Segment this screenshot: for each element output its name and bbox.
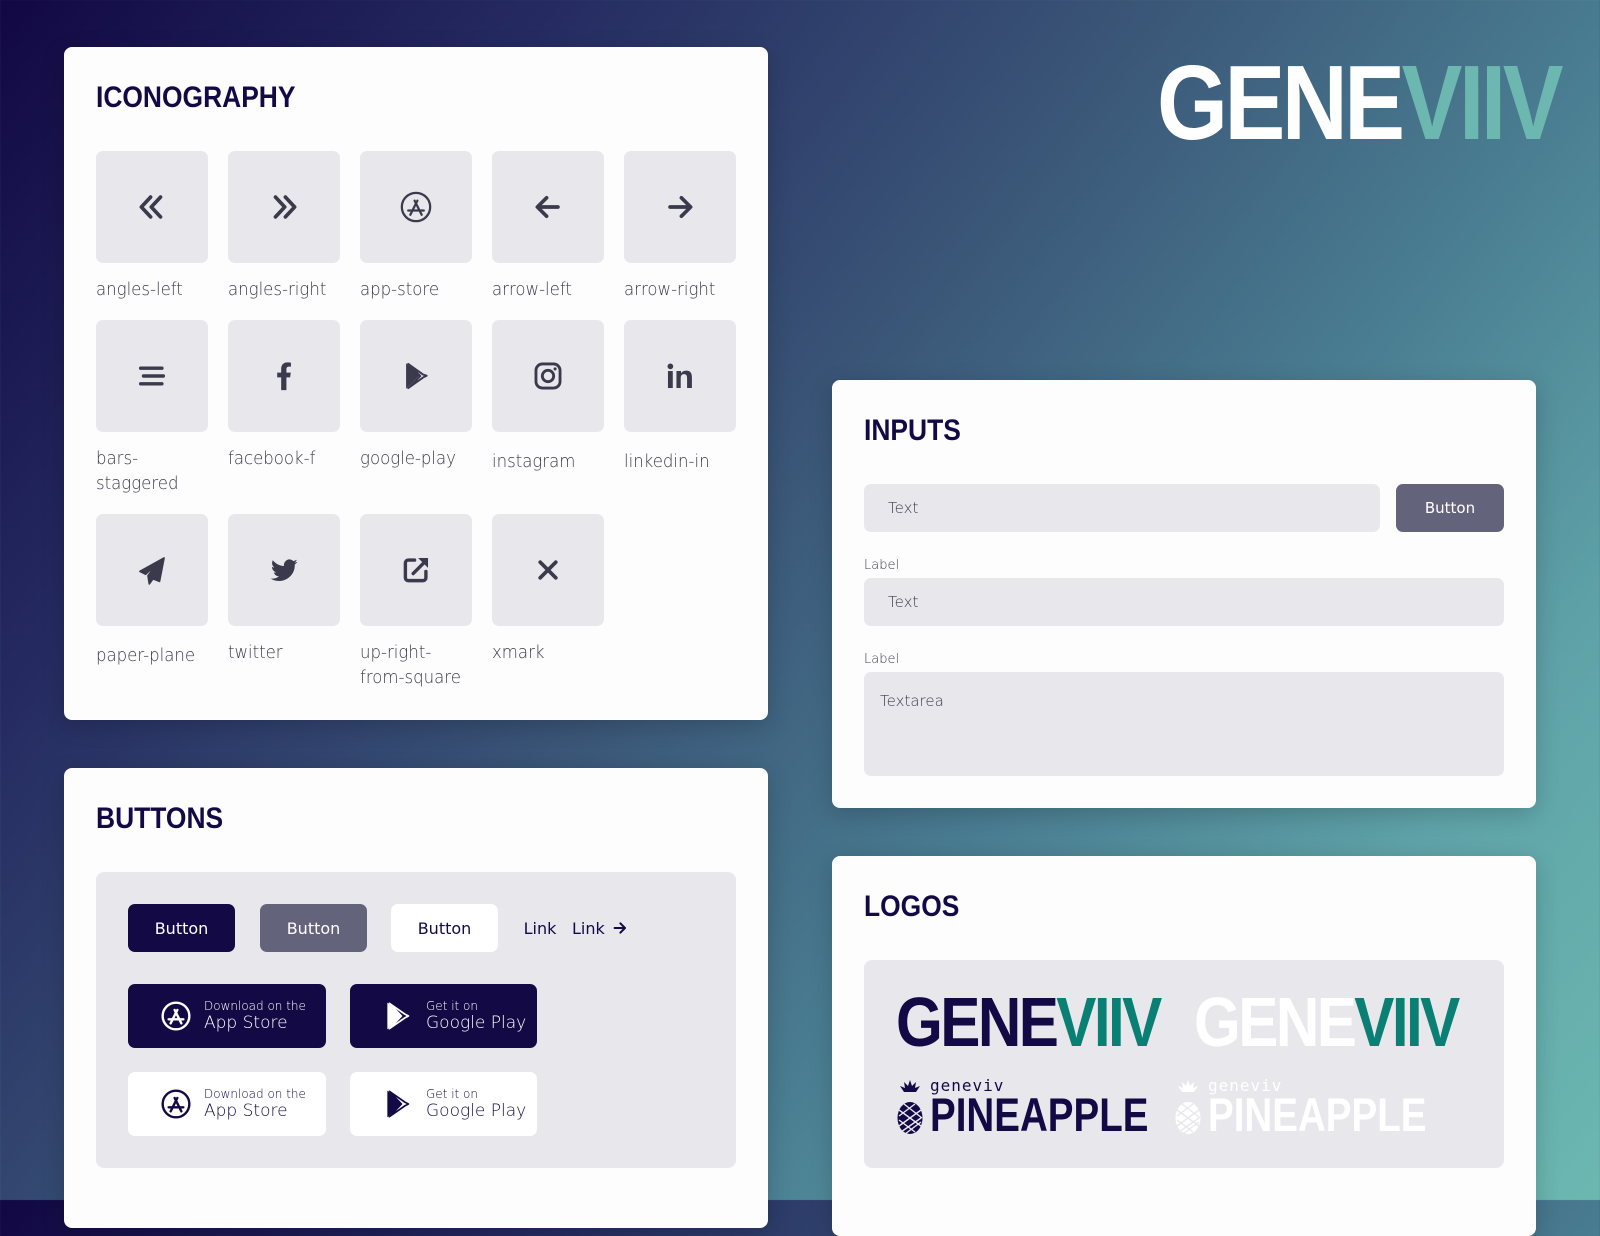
secondary-button[interactable]: Button bbox=[260, 904, 367, 952]
google-play-icon bbox=[406, 362, 428, 390]
icon-tile-xmark[interactable]: xmark bbox=[492, 514, 604, 665]
pineapple-big-text: PINEAPPLE bbox=[930, 1088, 1149, 1141]
icon-tile-google-play[interactable]: google-play bbox=[360, 320, 472, 471]
google-play-button-dark[interactable]: Get it on Google Play bbox=[350, 984, 537, 1048]
icon-label: up-right-from-square bbox=[360, 642, 461, 688]
pineapple-logo-light: geneviv PINEAPPLE bbox=[1174, 1078, 1474, 1141]
icon-tile-app-store[interactable]: app-store bbox=[360, 151, 472, 302]
arrow-right-icon bbox=[668, 195, 693, 219]
link-arrow-button[interactable]: Link bbox=[572, 904, 628, 952]
icon-tile-arrow-right[interactable]: arrow-right bbox=[624, 151, 736, 302]
icon-label: arrow-right bbox=[624, 279, 716, 300]
store-small-text: Get it on bbox=[426, 1087, 479, 1101]
white-button[interactable]: Button bbox=[391, 904, 498, 952]
icon-label: instagram bbox=[492, 451, 576, 472]
google-play-icon bbox=[387, 1002, 410, 1030]
arrow-right-icon bbox=[613, 922, 626, 934]
store-small-text: Download on the bbox=[204, 1087, 306, 1101]
logo-text-gene: GENE bbox=[1194, 983, 1357, 1061]
icon-label: bars-staggered bbox=[96, 448, 179, 494]
icon-tile-angles-right[interactable]: angles-right bbox=[228, 151, 340, 302]
buttons-card: BUTTONS Button Button Button Link Link D… bbox=[64, 768, 768, 1228]
icon-tile-up-right-from-square[interactable]: up-right-from-square bbox=[360, 514, 472, 690]
xmark-icon bbox=[538, 560, 558, 580]
icon-tile-facebook-f[interactable]: facebook-f bbox=[228, 320, 340, 471]
icon-tile-angles-left[interactable]: angles-left bbox=[96, 151, 208, 302]
icon-label: arrow-left bbox=[492, 279, 572, 300]
textarea-input[interactable]: Textarea bbox=[864, 672, 1504, 776]
facebook-f-icon bbox=[277, 362, 291, 391]
icon-tile-linkedin-in[interactable]: linkedin-in bbox=[624, 320, 736, 474]
icon-label: app-store bbox=[360, 279, 440, 300]
link-button[interactable]: Link bbox=[520, 904, 560, 952]
bars-staggered-icon bbox=[138, 366, 166, 386]
app-store-icon bbox=[161, 1089, 191, 1119]
pineapple-icon bbox=[897, 1080, 923, 1135]
pineapple-big-text: PINEAPPLE bbox=[1208, 1088, 1427, 1141]
angles-left-icon bbox=[139, 195, 163, 219]
textarea-label: Label bbox=[864, 652, 900, 667]
store-big-text: App Store bbox=[204, 1101, 288, 1121]
store-small-text: Get it on bbox=[426, 999, 479, 1013]
iconography-card: ICONOGRAPHY angles-left angles-right app… bbox=[64, 47, 768, 720]
icon-tile-bars-staggered[interactable]: bars-staggered bbox=[96, 320, 208, 496]
logos-title: LOGOS bbox=[864, 890, 960, 923]
inline-text-input[interactable]: Text bbox=[864, 484, 1380, 532]
labeled-text-input[interactable]: Text bbox=[864, 578, 1504, 626]
store-big-text: Google Play bbox=[426, 1013, 527, 1033]
icon-label: google-play bbox=[360, 448, 456, 469]
icon-label: linkedin-in bbox=[624, 451, 710, 472]
pineapple-icon bbox=[1175, 1080, 1201, 1135]
arrow-left-icon bbox=[535, 195, 560, 219]
logo-text-viiv: VIIV bbox=[1056, 983, 1162, 1061]
paper-plane-icon bbox=[139, 557, 165, 585]
icon-label: angles-left bbox=[96, 279, 183, 300]
logo-text-viiv: VIIV bbox=[1354, 983, 1460, 1061]
icon-label: facebook-f bbox=[228, 448, 316, 469]
buttons-panel: Button Button Button Link Link Download … bbox=[96, 872, 736, 1168]
twitter-icon bbox=[270, 559, 298, 582]
icon-label: paper-plane bbox=[96, 645, 196, 666]
pineapple-logo-dark: geneviv PINEAPPLE bbox=[896, 1078, 1196, 1141]
logos-panel: GENEVIIV GENEVIIV geneviv PINEAPPLE genev… bbox=[864, 960, 1504, 1168]
text-field-label: Label bbox=[864, 558, 900, 573]
linkedin-in-icon bbox=[667, 363, 692, 389]
icon-tile-arrow-left[interactable]: arrow-left bbox=[492, 151, 604, 302]
icon-label: xmark bbox=[492, 642, 545, 663]
app-store-icon bbox=[400, 191, 432, 223]
buttons-title: BUTTONS bbox=[96, 802, 224, 835]
store-small-text: Download on the bbox=[204, 999, 306, 1013]
google-play-button-light[interactable]: Get it on Google Play bbox=[350, 1072, 537, 1136]
store-big-text: App Store bbox=[204, 1013, 288, 1033]
instagram-icon bbox=[534, 362, 562, 390]
icon-tile-instagram[interactable]: instagram bbox=[492, 320, 604, 474]
icon-tile-twitter[interactable]: twitter bbox=[228, 514, 340, 665]
iconography-title: ICONOGRAPHY bbox=[96, 81, 296, 114]
store-big-text: Google Play bbox=[426, 1101, 527, 1121]
inputs-title: INPUTS bbox=[864, 414, 961, 447]
google-play-icon bbox=[387, 1090, 410, 1118]
icon-label: angles-right bbox=[228, 279, 327, 300]
up-right-from-square-icon bbox=[403, 557, 429, 583]
icon-tile-paper-plane[interactable]: paper-plane bbox=[96, 514, 208, 668]
brand-logo: GENEVIIV bbox=[1157, 50, 1600, 156]
app-store-button-light[interactable]: Download on the App Store bbox=[128, 1072, 326, 1136]
icon-label: twitter bbox=[228, 642, 283, 663]
app-store-button-dark[interactable]: Download on the App Store bbox=[128, 984, 326, 1048]
inputs-card: INPUTS Text Button Label Text Label Text… bbox=[832, 380, 1536, 808]
logo-text-gene: GENE bbox=[1157, 44, 1405, 162]
logos-card: LOGOS GENEVIIV GENEVIIV geneviv PINEAPPLE… bbox=[832, 856, 1536, 1236]
app-store-icon bbox=[161, 1001, 191, 1031]
inline-submit-button[interactable]: Button bbox=[1396, 484, 1504, 532]
geneviv-logo-light: GENEVIIV bbox=[1194, 987, 1501, 1057]
angles-right-icon bbox=[273, 195, 297, 219]
geneviv-logo-dark: GENEVIIV bbox=[896, 987, 1203, 1057]
link-arrow-label: Link bbox=[572, 918, 605, 938]
logo-text-gene: GENE bbox=[896, 983, 1059, 1061]
logo-text-viiv: VIIV bbox=[1401, 44, 1564, 162]
primary-button[interactable]: Button bbox=[128, 904, 235, 952]
